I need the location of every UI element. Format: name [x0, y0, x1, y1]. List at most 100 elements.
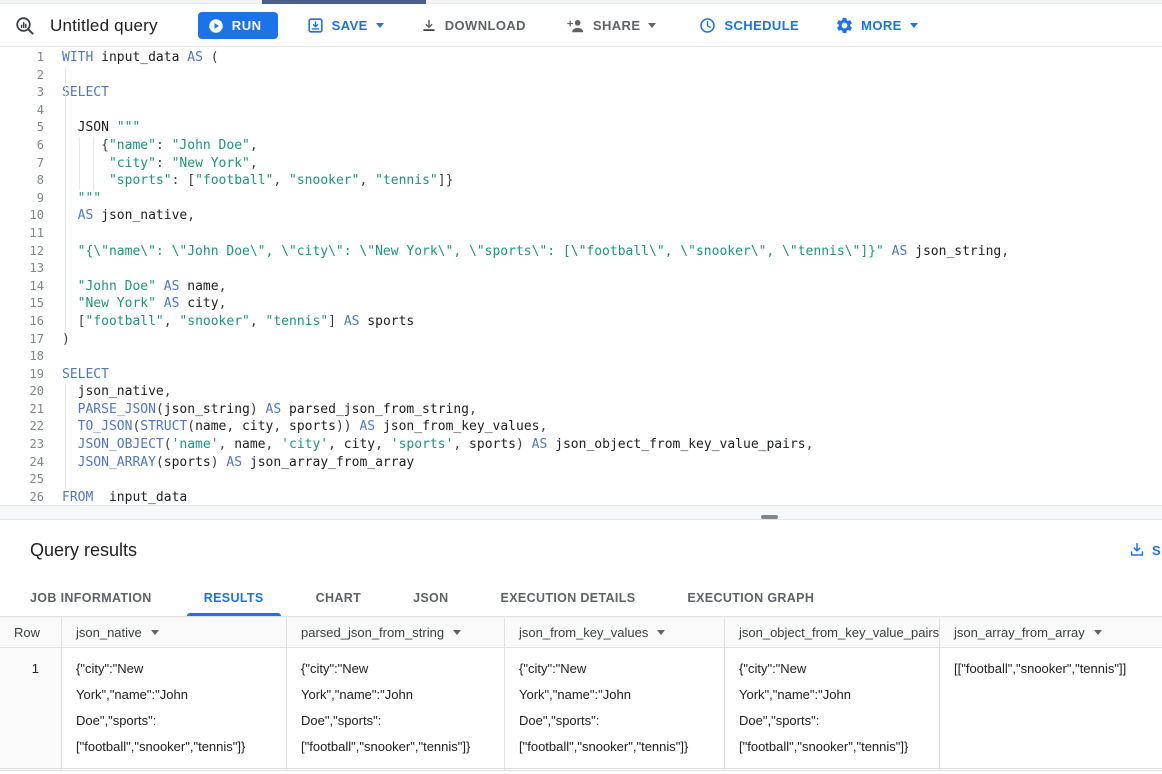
column-header-json_array_from_array[interactable]: json_array_from_array: [940, 618, 1162, 647]
line-number: 24: [0, 454, 44, 472]
download-icon: [420, 17, 438, 35]
line-number: 15: [0, 295, 44, 313]
query-toolbar: Untitled query RUN SAVE DOWNLOAD SHARE S…: [0, 5, 1162, 46]
sort-dropdown-icon[interactable]: [1094, 630, 1102, 635]
indent-guide: [65, 67, 66, 331]
gear-icon: [835, 16, 854, 35]
code-line: 6 {"name": "John Doe",: [0, 137, 1162, 155]
code-line: 10 AS json_native,: [0, 207, 1162, 225]
tab-job-information[interactable]: JOB INFORMATION: [13, 580, 169, 616]
line-number: 11: [0, 225, 44, 243]
query-results-title: Query results: [30, 540, 137, 561]
indent-guide: [93, 137, 94, 190]
panel-resize-strip: [0, 505, 1162, 520]
schedule-button[interactable]: SCHEDULE: [698, 16, 799, 35]
line-number: 4: [0, 102, 44, 120]
code-line: 9 """: [0, 190, 1162, 208]
line-number: 16: [0, 313, 44, 331]
line-number: 17: [0, 331, 44, 349]
line-number: 1: [0, 49, 44, 67]
code-line: 2: [0, 67, 1162, 85]
column-header-json_from_key_values[interactable]: json_from_key_values: [505, 618, 725, 647]
tab-execution-graph[interactable]: EXECUTION GRAPH: [670, 580, 831, 616]
query-results-header: Query results S: [0, 520, 1162, 580]
code-line: 24 JSON_ARRAY(sports) AS json_array_from…: [0, 454, 1162, 472]
column-header-parsed_json_from_string[interactable]: parsed_json_from_string: [287, 618, 505, 647]
share-button[interactable]: SHARE: [566, 16, 657, 36]
sort-dropdown-icon[interactable]: [657, 630, 665, 635]
indent-guide: [79, 137, 80, 190]
line-number: 20: [0, 383, 44, 401]
download-results-icon: [1128, 541, 1146, 559]
line-number: 7: [0, 155, 44, 173]
save-results-button[interactable]: S: [1128, 538, 1162, 562]
code-line: 22 TO_JSON(STRUCT(name, city, sports)) A…: [0, 418, 1162, 436]
person-add-icon: [566, 16, 586, 36]
run-label: RUN: [232, 18, 262, 33]
tab-json[interactable]: JSON: [396, 580, 465, 616]
line-number: 26: [0, 489, 44, 507]
code-line: 7 "city": "New York",: [0, 155, 1162, 173]
row-number-cell: 1: [0, 648, 62, 771]
line-number: 14: [0, 278, 44, 296]
query-magnifier-icon: [13, 14, 37, 38]
code-line: 25: [0, 471, 1162, 489]
line-number: 9: [0, 190, 44, 208]
line-number: 3: [0, 84, 44, 102]
code-line: 13: [0, 260, 1162, 278]
sort-dropdown-icon[interactable]: [151, 630, 159, 635]
more-button[interactable]: MORE: [835, 16, 918, 35]
code-line: 15 "New York" AS city,: [0, 295, 1162, 313]
download-button[interactable]: DOWNLOAD: [420, 17, 526, 35]
tab-execution-details[interactable]: EXECUTION DETAILS: [484, 580, 653, 616]
more-label: MORE: [861, 18, 902, 33]
sql-editor[interactable]: 1WITH input_data AS (23SELECT45 JSON """…: [0, 46, 1162, 505]
results-tab-bar: JOB INFORMATION RESULTS CHART JSON EXECUTION…: [0, 580, 1162, 617]
sort-dropdown-icon[interactable]: [453, 630, 461, 635]
save-button[interactable]: SAVE: [306, 16, 384, 35]
editor-tab-accent-bar: [262, 0, 426, 4]
column-header-json_native[interactable]: json_native: [62, 618, 287, 647]
column-header-json_object_from_key_value_pairs: json_object_from_key_value_pairs: [725, 618, 940, 647]
tab-chart[interactable]: CHART: [299, 580, 379, 616]
table-cell: {"city":"NewYork","name":"JohnDoe","spor…: [725, 648, 940, 771]
schedule-label: SCHEDULE: [724, 18, 799, 33]
code-line: 23 JSON_OBJECT('name', name, 'city', cit…: [0, 436, 1162, 454]
results-table-header: Rowjson_nativeparsed_json_from_stringjso…: [0, 617, 1162, 648]
code-line: 18: [0, 348, 1162, 366]
code-line: 3SELECT: [0, 84, 1162, 102]
query-title: Untitled query: [50, 16, 158, 36]
code-line: 17): [0, 331, 1162, 349]
chevron-down-icon: [648, 23, 656, 28]
line-number: 19: [0, 366, 44, 384]
line-number: 18: [0, 348, 44, 366]
line-number: 21: [0, 401, 44, 419]
code-line: 12 "{\"name\": \"John Doe\", \"city\": \…: [0, 243, 1162, 261]
code-line: 20 json_native,: [0, 383, 1162, 401]
tab-results[interactable]: RESULTS: [187, 580, 281, 616]
download-label: DOWNLOAD: [445, 18, 526, 33]
line-number: 22: [0, 418, 44, 436]
code-line: 1WITH input_data AS (: [0, 49, 1162, 67]
line-number: 12: [0, 243, 44, 261]
code-line: 26FROM input_data: [0, 489, 1162, 507]
code-line: 19SELECT: [0, 366, 1162, 384]
line-number: 23: [0, 436, 44, 454]
line-number: 5: [0, 119, 44, 137]
line-number: 2: [0, 67, 44, 85]
run-button[interactable]: RUN: [198, 12, 278, 39]
code-line: 16 ["football", "snooker", "tennis"] AS …: [0, 313, 1162, 331]
code-line: 11: [0, 225, 1162, 243]
chevron-down-icon: [910, 23, 918, 28]
code-line: 4: [0, 102, 1162, 120]
clock-icon: [698, 16, 717, 35]
code-line: 5 JSON """: [0, 119, 1162, 137]
column-header-row: Row: [0, 618, 62, 647]
save-icon: [306, 16, 325, 35]
code-line: 8 "sports": ["football", "snooker", "ten…: [0, 172, 1162, 190]
chevron-down-icon: [376, 23, 384, 28]
share-label: SHARE: [593, 18, 641, 33]
table-cell: {"city":"NewYork","name":"JohnDoe","spor…: [62, 648, 287, 771]
panel-drag-handle[interactable]: [761, 515, 778, 519]
table-cell: {"city":"NewYork","name":"JohnDoe","spor…: [505, 648, 725, 771]
